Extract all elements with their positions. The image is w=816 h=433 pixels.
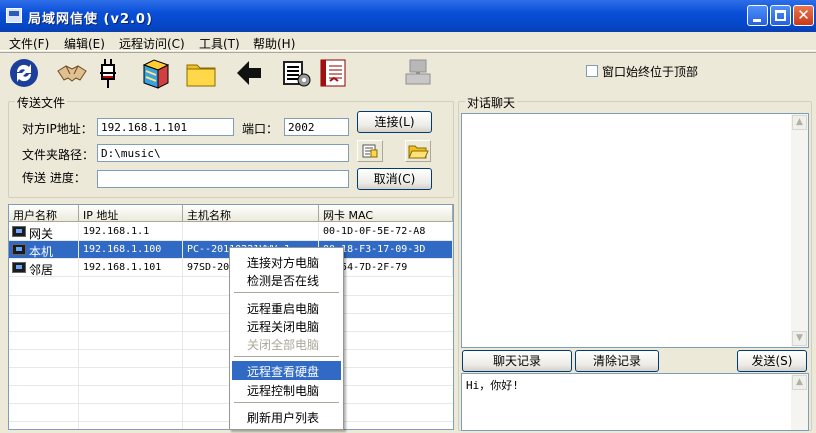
properties-button[interactable]: [357, 140, 383, 162]
transfer-group-label: 传送文件: [15, 94, 68, 111]
maximize-icon: [775, 10, 786, 21]
progress-label: 传送 进度：: [22, 171, 86, 185]
ip-label: 对方IP地址：: [22, 122, 93, 136]
folder-label: 文件夹路径：: [22, 148, 95, 162]
user-ip: 192.168.1.101: [79, 259, 183, 277]
chat-history[interactable]: ▲ ▼: [461, 113, 809, 348]
progress-bar: [97, 170, 349, 188]
ctx-view-disk[interactable]: 远程查看硬盘: [232, 361, 341, 380]
chat-history-button[interactable]: 聊天记录: [462, 350, 572, 372]
computer-icon: [12, 244, 26, 255]
menu-remote[interactable]: 远程访问(C): [119, 35, 185, 52]
window-title: 局域网信使 (v2.0): [28, 12, 153, 27]
ctx-remote-restart[interactable]: 远程重启电脑: [232, 298, 341, 317]
menu-bar: 文件(F) 编辑(E) 远程访问(C) 工具(T) 帮助(H): [0, 32, 816, 51]
ctx-separator: [234, 402, 339, 404]
notebook-icon[interactable]: [317, 57, 349, 89]
maximize-button[interactable]: [770, 5, 791, 26]
clear-history-button[interactable]: 清除记录: [575, 350, 659, 372]
connect-button[interactable]: 连接(L): [357, 111, 432, 133]
menu-file[interactable]: 文件(F): [9, 35, 49, 52]
chat-input-text: Hi，你好!: [466, 379, 519, 392]
app-icon: [6, 8, 22, 23]
ctx-shutdown-all: 关闭全部电脑: [247, 338, 320, 352]
port-field[interactable]: 2002: [284, 118, 349, 136]
chat-history-scrollbar[interactable]: ▲ ▼: [791, 114, 808, 347]
ctx-remote-control[interactable]: 远程控制电脑: [232, 380, 341, 399]
app-window: 局域网信使 (v2.0) ✕ 文件(F) 编辑(E) 远程访问(C) 工具(T)…: [0, 0, 816, 433]
col-ip[interactable]: IP 地址: [79, 205, 183, 222]
cancel-button[interactable]: 取消(C): [357, 168, 432, 190]
toolbar: 窗口始终位于顶部: [0, 52, 816, 92]
computer-icon: [12, 226, 26, 237]
menu-edit[interactable]: 编辑(E): [64, 35, 105, 52]
ctx-check-online[interactable]: 检测是否在线: [232, 270, 341, 289]
ctx-remote-shutdown[interactable]: 远程关闭电脑: [232, 316, 341, 335]
scroll-down-icon[interactable]: ▼: [792, 331, 807, 346]
minimize-icon: [753, 19, 761, 22]
gear-book-icon[interactable]: [280, 57, 312, 89]
computer-gray-icon[interactable]: [402, 57, 434, 89]
close-button[interactable]: ✕: [793, 5, 814, 26]
minimize-button[interactable]: [747, 5, 768, 26]
chat-input[interactable]: Hi，你好! ▲: [461, 373, 809, 431]
scroll-up-icon[interactable]: ▲: [792, 375, 807, 390]
col-username[interactable]: 用户名称: [9, 205, 79, 222]
ctx-connect[interactable]: 连接对方电脑: [232, 252, 341, 271]
title-bar[interactable]: 局域网信使 (v2.0) ✕: [0, 0, 816, 32]
properties-icon: [362, 144, 378, 158]
chat-group-label: 对话聊天: [465, 94, 518, 111]
user-row-gateway[interactable]: 网关 192.168.1.1 00-1D-0F-5E-72-A8: [9, 223, 453, 241]
close-icon: ✕: [797, 6, 810, 24]
always-on-top-checkbox[interactable]: [586, 65, 598, 77]
list-column-divider: [78, 277, 79, 429]
port-label: 端口：: [242, 122, 279, 136]
user-name: 网关: [9, 223, 79, 241]
chat-input-scrollbar[interactable]: ▲: [791, 374, 808, 430]
col-mac[interactable]: 网卡 MAC: [319, 205, 453, 222]
refresh-icon[interactable]: [8, 57, 40, 89]
user-mac: 00-1D-0F-5E-72-A8: [319, 223, 453, 241]
folder-icon[interactable]: [185, 57, 217, 89]
user-ip: 192.168.1.1: [79, 223, 183, 241]
user-host: [183, 223, 319, 241]
scroll-up-icon[interactable]: ▲: [792, 115, 807, 130]
ctx-separator: [234, 292, 339, 294]
computer-icon: [12, 262, 26, 273]
user-name: 本机: [9, 241, 79, 259]
ctx-refresh-list[interactable]: 刷新用户列表: [232, 407, 341, 426]
plug-icon[interactable]: [92, 57, 124, 89]
ip-field[interactable]: 192.168.1.101: [97, 118, 234, 136]
folder-path-field[interactable]: D:\music\: [97, 144, 349, 162]
open-folder-icon: [408, 145, 429, 159]
menu-tools[interactable]: 工具(T): [199, 35, 240, 52]
back-arrow-icon[interactable]: [233, 57, 265, 89]
open-folder-button[interactable]: [405, 140, 431, 162]
handshake-icon[interactable]: [56, 57, 88, 89]
always-on-top-label: 窗口始终位于顶部: [602, 65, 699, 79]
user-name: 邻居: [9, 259, 79, 277]
books-icon[interactable]: [140, 57, 172, 89]
list-column-divider: [182, 277, 183, 429]
menu-help[interactable]: 帮助(H): [253, 35, 295, 52]
send-button[interactable]: 发送(S): [737, 350, 807, 372]
context-menu: 连接对方电脑 检测是否在线 远程重启电脑 远程关闭电脑 关闭全部电脑 远程查看硬…: [229, 247, 344, 430]
ctx-separator: [234, 356, 339, 358]
col-hostname[interactable]: 主机名称: [183, 205, 319, 222]
user-ip: 192.168.1.100: [79, 241, 183, 259]
